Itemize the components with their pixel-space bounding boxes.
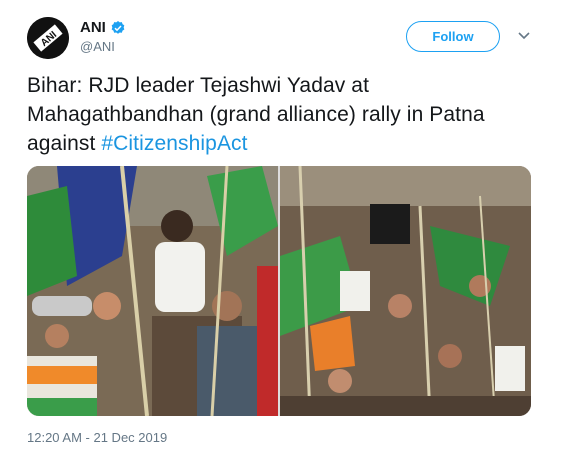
tweet-timestamp[interactable]: 12:20 AM - 21 Dec 2019	[27, 430, 167, 445]
photo-left[interactable]	[27, 166, 278, 416]
author-name-row[interactable]: ANI	[80, 19, 126, 36]
tweet-body: Bihar: RJD leader Tejashwi Yadav at Maha…	[27, 74, 485, 155]
tweet-text: Bihar: RJD leader Tejashwi Yadav at Maha…	[27, 71, 537, 158]
photo-right[interactable]	[280, 166, 531, 416]
author-handle[interactable]: @ANI	[80, 39, 115, 54]
follow-button[interactable]: Follow	[406, 21, 500, 52]
author-name[interactable]: ANI	[80, 19, 106, 36]
media-grid[interactable]	[27, 166, 531, 416]
chevron-down-icon[interactable]	[517, 31, 531, 41]
verified-badge-icon	[111, 20, 125, 34]
hashtag-link[interactable]: #CitizenshipAct	[101, 132, 247, 155]
avatar[interactable]: ANI	[27, 17, 69, 59]
